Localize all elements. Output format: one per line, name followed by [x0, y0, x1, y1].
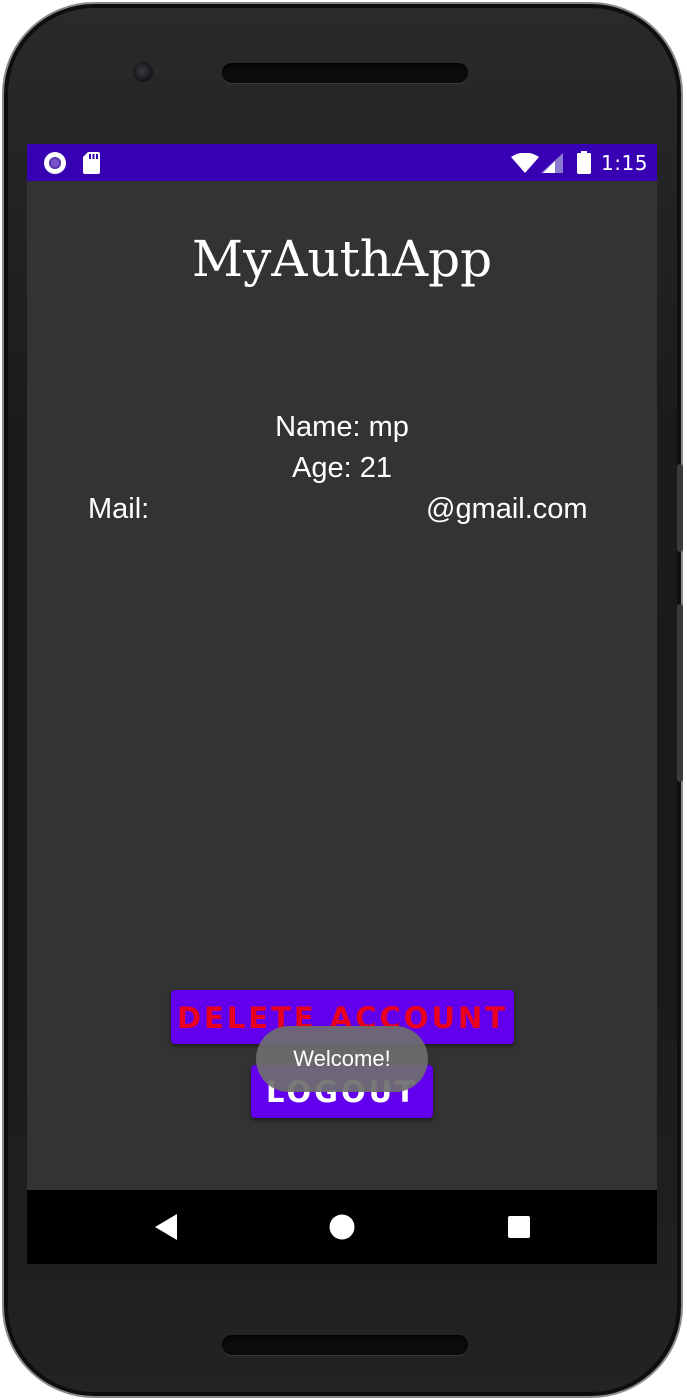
navigation-bar [27, 1190, 657, 1264]
profile-mail-label: Mail: [88, 493, 150, 525]
battery-icon [577, 151, 591, 174]
home-icon[interactable] [326, 1211, 358, 1243]
recents-icon[interactable] [503, 1211, 535, 1243]
screen: 1:15 MyAuthApp Name: mp Age: 21 Mail: @g… [27, 144, 657, 1264]
status-time: 1:15 [601, 151, 648, 175]
cell-signal-icon [541, 153, 563, 173]
bottom-speaker [222, 1335, 468, 1355]
app-title: MyAuthApp [191, 230, 493, 288]
earpiece-speaker [222, 63, 468, 83]
status-bar: 1:15 [27, 144, 657, 181]
profile-mail-value: @gmail.com [426, 493, 588, 525]
back-icon[interactable] [151, 1211, 183, 1243]
profile-name: Name: mp [275, 411, 409, 443]
sd-card-icon [83, 152, 100, 174]
wifi-icon [511, 153, 539, 173]
notification-circle-icon [44, 152, 66, 174]
power-button[interactable] [677, 464, 683, 552]
front-camera [133, 62, 153, 82]
profile-age: Age: 21 [292, 452, 392, 484]
welcome-toast: Welcome! [256, 1026, 428, 1092]
volume-button[interactable] [677, 604, 683, 782]
